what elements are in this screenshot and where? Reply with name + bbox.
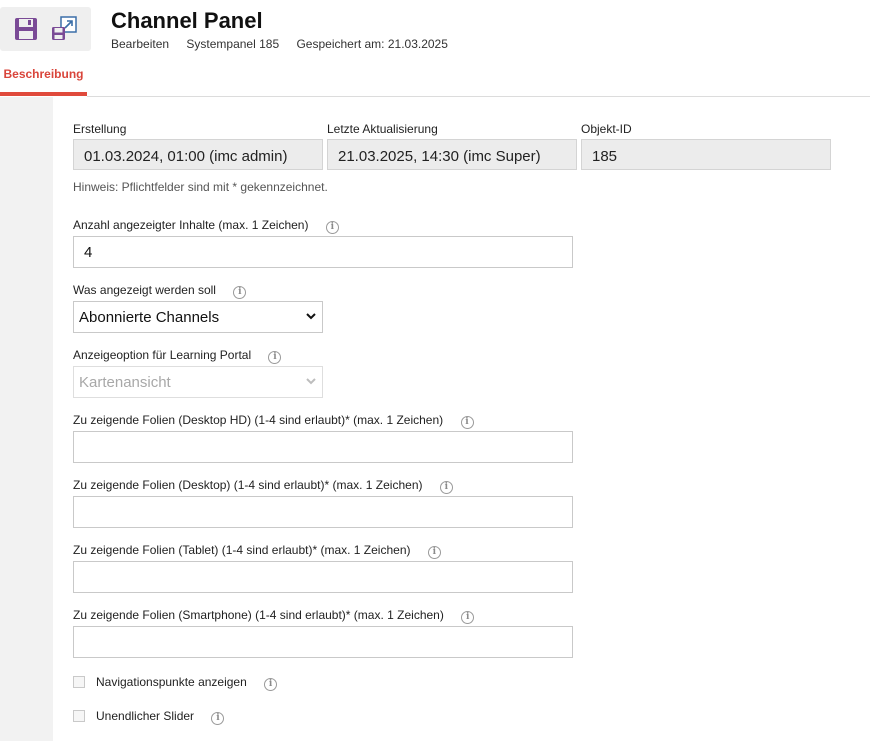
display-label: Was angezeigt werden soll <box>73 283 216 297</box>
mode-label: Bearbeiten <box>111 37 170 51</box>
saved-date: Gespeichert am: 21.03.2025 <box>296 37 448 51</box>
object-id-value: 185 <box>581 139 831 170</box>
portal-option-label-row: Anzeigeoption für Learning Portal i <box>73 348 282 364</box>
slides-desktop-input[interactable] <box>73 496 573 528</box>
created-value: 01.03.2024, 01:00 (imc admin) <box>73 139 323 170</box>
save-button[interactable] <box>13 16 39 42</box>
slides-tablet-input[interactable] <box>73 561 573 593</box>
portal-option-label: Anzeigeoption für Learning Portal <box>73 348 252 362</box>
info-icon[interactable]: i <box>264 678 278 691</box>
slides-desktop-label-row: Zu zeigende Folien (Desktop) (1-4 sind e… <box>73 478 453 494</box>
slides-smartphone-input[interactable] <box>73 626 573 658</box>
infinite-slider-label-row: Unendlicher Slider i <box>96 709 225 725</box>
tab-divider <box>87 96 870 97</box>
count-label: Anzahl angezeigter Inhalte (max. 1 Zeich… <box>73 218 309 232</box>
portal-option-value: Kartenansicht <box>79 374 171 391</box>
slides-desktop-label: Zu zeigende Folien (Desktop) (1-4 sind e… <box>73 478 423 492</box>
info-icon[interactable]: i <box>461 611 475 624</box>
info-icon[interactable]: i <box>439 481 453 494</box>
slides-tablet-label: Zu zeigende Folien (Tablet) (1-4 sind er… <box>73 543 411 557</box>
panel-name: Systempanel 185 <box>186 37 280 51</box>
navigation-dots-label: Navigationspunkte anzeigen <box>96 675 247 689</box>
slides-smartphone-label-row: Zu zeigende Folien (Smartphone) (1-4 sin… <box>73 608 475 624</box>
toolbar <box>0 7 91 51</box>
count-label-row: Anzahl angezeigter Inhalte (max. 1 Zeich… <box>73 218 339 234</box>
navigation-dots-label-row: Navigationspunkte anzeigen i <box>96 675 278 691</box>
header-meta: Bearbeiten Systempanel 185 Gespeichert a… <box>111 37 462 51</box>
info-icon[interactable]: i <box>325 221 339 234</box>
slides-tablet-label-row: Zu zeigende Folien (Tablet) (1-4 sind er… <box>73 543 441 559</box>
tab-beschreibung[interactable]: Beschreibung <box>0 66 87 96</box>
portal-option-select: Kartenansicht <box>73 366 323 398</box>
info-icon[interactable]: i <box>211 712 225 725</box>
updated-label: Letzte Aktualisierung <box>327 122 438 136</box>
info-icon[interactable]: i <box>233 286 247 299</box>
chevron-down-icon <box>306 378 316 385</box>
slides-desktop-hd-input[interactable] <box>73 431 573 463</box>
updated-value: 21.03.2025, 14:30 (imc Super) <box>327 139 577 170</box>
display-label-row: Was angezeigt werden soll i <box>73 283 247 299</box>
tab-label: Beschreibung <box>3 67 84 81</box>
save-icon <box>15 18 37 40</box>
info-icon[interactable]: i <box>460 416 474 429</box>
navigation-dots-checkbox[interactable] <box>73 676 85 688</box>
slides-desktop-hd-label-row: Zu zeigende Folien (Desktop HD) (1-4 sin… <box>73 413 474 429</box>
save-as-icon <box>52 16 77 40</box>
required-hint: Hinweis: Pflichtfelder sind mit * gekenn… <box>73 180 328 194</box>
slides-desktop-hd-label: Zu zeigende Folien (Desktop HD) (1-4 sin… <box>73 413 444 427</box>
infinite-slider-checkbox[interactable] <box>73 710 85 722</box>
page-title: Channel Panel <box>111 8 263 33</box>
chevron-down-icon <box>306 313 316 320</box>
created-label: Erstellung <box>73 122 127 136</box>
info-icon[interactable]: i <box>268 351 282 364</box>
infinite-slider-label: Unendlicher Slider <box>96 709 195 723</box>
info-icon[interactable]: i <box>427 546 441 559</box>
save-as-button[interactable] <box>50 15 77 41</box>
slides-smartphone-label: Zu zeigende Folien (Smartphone) (1-4 sin… <box>73 608 444 622</box>
display-select[interactable]: Abonnierte Channels <box>73 301 323 333</box>
left-sidebar <box>0 97 53 741</box>
object-id-label: Objekt-ID <box>581 122 632 136</box>
display-select-value: Abonnierte Channels <box>79 309 220 326</box>
count-input[interactable]: 4 <box>73 236 573 268</box>
